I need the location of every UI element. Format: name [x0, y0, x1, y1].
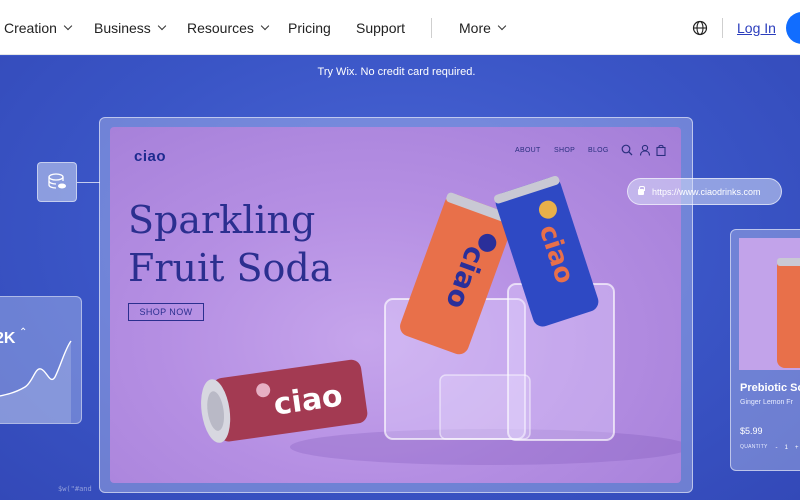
product-price: $5.99 — [740, 426, 763, 436]
site-nav-shop[interactable]: SHOP — [554, 147, 575, 154]
nav-item-label: Business — [94, 19, 151, 36]
sparkline-chart — [0, 340, 72, 423]
nav-item-pricing[interactable]: Pricing — [288, 0, 331, 55]
stats-card: 2K ⌃ — [0, 296, 82, 424]
nav-divider — [431, 18, 432, 38]
nav-item-label: Creation — [4, 19, 57, 36]
site-nav-about[interactable]: ABOUT — [515, 147, 541, 154]
nav-item-creation[interactable]: Creation — [4, 0, 73, 55]
connector-line — [77, 182, 100, 183]
nav-item-label: More — [459, 19, 491, 36]
chevron-down-icon — [260, 21, 270, 30]
url-text: https://www.ciaodrinks.com — [652, 186, 761, 197]
login-link[interactable]: Log In — [737, 0, 776, 55]
nav-item-label: Pricing — [288, 19, 331, 36]
headline-line-2: Fruit Soda — [128, 246, 333, 290]
nav-item-support[interactable]: Support — [356, 0, 405, 55]
code-caption: $w("#and — [58, 485, 92, 493]
top-navigation-bar: Creation Business Resources Pricing Supp… — [0, 0, 800, 55]
nav-item-resources[interactable]: Resources — [187, 0, 270, 55]
chevron-down-icon — [157, 21, 167, 30]
lock-icon — [638, 185, 645, 195]
nav-item-more[interactable]: More — [459, 0, 507, 55]
site-logo[interactable]: ciao — [134, 148, 166, 165]
nav-item-label: Support — [356, 19, 406, 36]
site-nav-blog[interactable]: BLOG — [588, 147, 609, 154]
decrement-button[interactable]: - — [776, 445, 778, 451]
headline-line-1: Sparkling — [128, 198, 316, 242]
product-image: ciao — [739, 238, 800, 370]
nav-item-label: Resources — [187, 19, 254, 36]
quantity-value: 1 — [784, 444, 788, 451]
site-preview[interactable]: ciao ciao ciao ciao ABOUT SHOP BLOG Spar… — [110, 127, 681, 483]
product-subtitle: Ginger Lemon Fr — [740, 399, 793, 406]
increment-button[interactable]: + — [795, 445, 799, 451]
database-card — [37, 162, 77, 202]
get-started-button[interactable] — [786, 12, 800, 44]
can-label: ciao — [795, 288, 800, 339]
database-icon — [48, 173, 66, 189]
user-icon[interactable] — [639, 144, 651, 156]
bag-icon[interactable] — [655, 144, 667, 156]
quantity-stepper[interactable]: - 1 + — [772, 442, 800, 453]
product-can-image: ciao — [777, 258, 800, 368]
url-bar: https://www.ciaodrinks.com — [627, 178, 782, 205]
nav-divider — [722, 18, 723, 38]
product-name: Prebiotic So — [740, 382, 800, 394]
shop-now-button[interactable]: SHOP NOW — [128, 303, 204, 321]
globe-icon[interactable] — [692, 20, 708, 36]
search-icon[interactable] — [621, 144, 633, 156]
chevron-down-icon — [63, 21, 73, 30]
site-headline: Sparkling Fruit Soda — [128, 196, 332, 292]
nav-item-business[interactable]: Business — [94, 0, 167, 55]
hero-tagline: Try Wix. No credit card required. — [317, 66, 476, 78]
chevron-down-icon — [497, 21, 507, 30]
quantity-label: QUANTITY — [740, 444, 768, 450]
